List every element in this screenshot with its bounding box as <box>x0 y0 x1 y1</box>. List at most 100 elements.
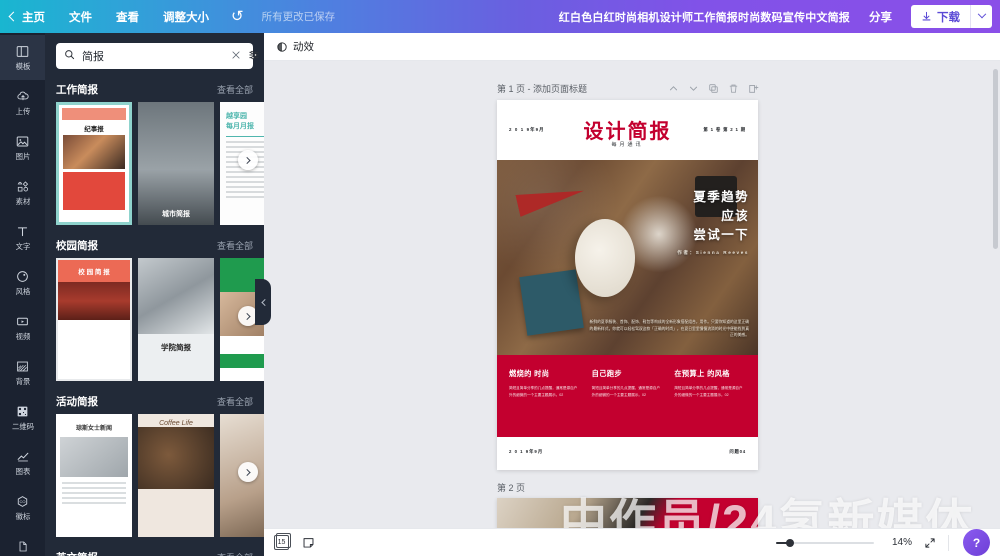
category-header-work: 工作简报 查看全部 <box>45 75 264 102</box>
menu-view[interactable]: 查看 <box>116 9 139 25</box>
rail-item-elements[interactable]: 素材 <box>0 170 45 215</box>
chevron-down-icon <box>977 9 986 18</box>
column-3: 在预算上 的风格 简短且简单分享的几点提醒，通常是源自户外的细微的一个主要主题展… <box>674 368 746 437</box>
download-arrow-icon <box>922 11 931 21</box>
search-input[interactable] <box>82 50 224 62</box>
footer-date: 2 0 1 9年9月 <box>509 449 544 454</box>
category-title-event: 活动简报 <box>56 396 98 408</box>
undo-arrow-icon[interactable]: ↺ <box>231 9 244 24</box>
page-2-preview <box>497 498 758 528</box>
template-thumb[interactable]: 琼斯女士新闻 <box>56 414 132 537</box>
home-button[interactable]: 主页 <box>8 9 45 25</box>
page-2-label[interactable]: 第 2 页 <box>497 481 525 494</box>
category-header-english: 英文简报 查看全部 <box>45 543 264 556</box>
bottom-right-group: 14% ? <box>776 529 990 556</box>
editor-toolbar: 动效 <box>264 33 1000 61</box>
category-header-campus: 校园简报 查看全部 <box>45 231 264 258</box>
page-count-button[interactable]: 15 <box>274 533 291 550</box>
page-1-label[interactable]: 第 1 页 - 添加页面标题 <box>497 82 587 95</box>
rail-label-upload: 上传 <box>15 106 30 116</box>
document-subtitle: 每月通讯 <box>611 142 644 148</box>
rail-item-templates[interactable]: 模板 <box>0 35 45 80</box>
help-button-icon[interactable]: ? <box>963 529 990 556</box>
rail-label-text: 文字 <box>15 241 30 251</box>
rail-label-video: 视频 <box>15 331 30 341</box>
column-1: 燃烧的 时尚 简短且简单分享的几点提醒，通常是源自户外的细微的一个主要主题展示。… <box>509 368 581 437</box>
chevron-right-icon[interactable] <box>238 150 258 170</box>
footer-issue: 问题04 <box>729 449 746 454</box>
chevron-left-icon <box>8 11 19 22</box>
duplicate-page-icon[interactable] <box>708 83 719 94</box>
page-tools <box>668 83 759 94</box>
bottom-status-bar: 15 14% ? <box>264 528 1000 556</box>
home-label: 主页 <box>22 11 45 24</box>
download-button[interactable]: 下载 <box>911 5 970 28</box>
rail-item-charts[interactable]: 图表 <box>0 440 45 485</box>
download-label: 下载 <box>937 11 960 24</box>
rail-item-photos[interactable]: 图片 <box>0 125 45 170</box>
top-menu-right-group: 红白色白红时尚相机设计师工作简报时尚数码宣传中文简报 分享 下载 <box>559 0 992 33</box>
download-options-button[interactable] <box>970 5 992 28</box>
rail-item-text[interactable]: 文字 <box>0 215 45 260</box>
bottom-divider <box>948 534 949 551</box>
column-1-body: 简短且简单分享的几点提醒，通常是源自户外的细微的一个主要主题展示。02 <box>509 386 578 397</box>
category-header-event: 活动简报 查看全部 <box>45 387 264 414</box>
rail-label-styles: 风格 <box>15 286 30 296</box>
rail-label-qrcode: 二维码 <box>11 421 34 431</box>
design-canvas[interactable]: 第 1 页 - 添加页面标题 2 0 1 9年9月 设计简报 每月通讯 第 1 … <box>264 61 1000 528</box>
rail-item-upload[interactable]: 上传 <box>0 80 45 125</box>
notes-icon[interactable] <box>302 536 315 549</box>
background-icon <box>16 359 29 374</box>
document-icon <box>17 539 29 554</box>
rail-item-video[interactable]: 视频 <box>0 305 45 350</box>
move-up-icon[interactable] <box>668 83 679 94</box>
shapes-icon <box>16 179 30 194</box>
hero-image-block[interactable]: 夏季趋势 应该 尝试一下 作者：Sienna Reeves 新鲜的夏季服装、首饰… <box>497 160 758 355</box>
rail-item-qrcode[interactable]: 二维码 <box>0 395 45 440</box>
see-all-event[interactable]: 查看全部 <box>217 395 253 408</box>
share-button[interactable]: 分享 <box>860 5 901 29</box>
template-thumb[interactable]: 纪事报 <box>56 102 132 225</box>
move-down-icon[interactable] <box>688 83 699 94</box>
video-icon <box>16 314 29 329</box>
panel-collapse-handle[interactable] <box>255 279 271 325</box>
chevron-right-icon[interactable] <box>238 462 258 482</box>
left-tool-rail: 模板 上传 图片 素材 文字 风格 视频 背景 二维码 图表 CO 徽标 <box>0 33 45 556</box>
fullscreen-expand-icon[interactable] <box>924 537 936 549</box>
search-box[interactable] <box>56 43 259 69</box>
rail-item-background[interactable]: 背景 <box>0 350 45 395</box>
zoom-slider-knob[interactable] <box>786 538 794 547</box>
chevron-left-icon <box>260 298 268 306</box>
filter-sliders-icon[interactable] <box>248 49 260 64</box>
see-all-english[interactable]: 查看全部 <box>217 551 253 556</box>
template-thumb[interactable]: 城市简报 <box>138 102 214 225</box>
menu-resize[interactable]: 调整大小 <box>163 9 209 25</box>
rail-label-templates: 模板 <box>15 61 30 71</box>
see-all-campus[interactable]: 查看全部 <box>217 239 253 252</box>
template-thumb[interactable]: 校 园 简 报 <box>56 258 132 381</box>
animate-button[interactable]: 动效 <box>276 39 314 54</box>
column-2-title: 自己跑步 <box>591 369 623 378</box>
page-1-document[interactable]: 2 0 1 9年9月 设计简报 每月通讯 第 1 卷 第 2 1 期 夏季趋势 … <box>497 100 758 470</box>
zoom-value-label: 14% <box>891 537 912 548</box>
canvas-scrollbar[interactable] <box>993 69 998 249</box>
template-thumb[interactable]: 学院简报 <box>138 258 214 381</box>
page-2-document[interactable] <box>497 498 758 528</box>
see-all-work[interactable]: 查看全部 <box>217 83 253 96</box>
search-icon <box>64 49 75 63</box>
rail-item-my-designs[interactable]: 我的设计 <box>0 530 45 556</box>
zoom-slider[interactable] <box>776 536 874 550</box>
document-title[interactable]: 红白色白红时尚相机设计师工作简报时尚数码宣传中文简报 <box>559 9 850 25</box>
template-thumb[interactable]: Coffee Life <box>138 414 214 537</box>
template-row-event: 琼斯女士新闻 Coffee Life <box>45 414 264 543</box>
close-x-icon[interactable] <box>231 50 241 63</box>
rail-item-logo[interactable]: CO 徽标 <box>0 485 45 530</box>
column-2: 自己跑步 简短且简单分享的几点提醒，通常是源自户外的细微的一个主要主题展示。02 <box>592 368 664 437</box>
template-panel: 工作简报 查看全部 纪事报 城市简报 越享园每月月报 校园简报 查看全部 <box>45 33 264 556</box>
add-page-icon[interactable] <box>748 83 759 94</box>
chart-line-icon <box>16 449 30 464</box>
delete-page-icon[interactable] <box>728 83 739 94</box>
menu-file[interactable]: 文件 <box>69 9 92 25</box>
rail-item-styles[interactable]: 风格 <box>0 260 45 305</box>
search-area <box>45 33 264 75</box>
